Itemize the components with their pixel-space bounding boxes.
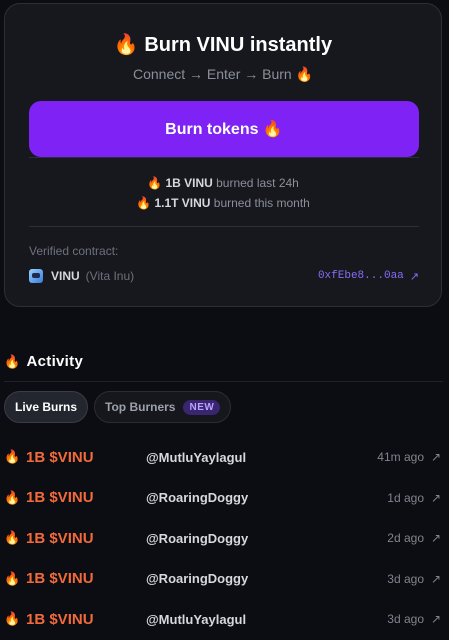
tab-label: Live Burns bbox=[15, 400, 78, 414]
tab-top-burners[interactable]: Top Burners NEW bbox=[94, 391, 232, 423]
flame-icon: 🔥 bbox=[147, 176, 163, 190]
burn-time: 1d ago bbox=[387, 490, 424, 505]
flame-icon: 🔥 bbox=[4, 611, 21, 627]
burn-time: 2d ago bbox=[387, 531, 424, 546]
list-item[interactable]: 🔥 1B $VINU @MutluYaylagul 41m ago ↗ bbox=[0, 437, 449, 478]
flame-icon: 🔥 bbox=[4, 489, 21, 505]
list-item[interactable]: 🔥 1B $VINU @MutluYaylagul 3d ago ↗ bbox=[0, 599, 449, 640]
flame-icon: 🔥 bbox=[4, 570, 21, 586]
tab-live-burns[interactable]: Live Burns bbox=[4, 391, 89, 423]
stat-amount: 1.1T VINU bbox=[154, 196, 211, 210]
stat-month: 🔥 1.1T VINU burned this month bbox=[5, 196, 441, 210]
list-item[interactable]: 🔥 1B $VINU @RoaringDoggy 1d ago ↗ bbox=[0, 478, 449, 519]
stat-amount: 1B VINU bbox=[165, 176, 213, 190]
list-item[interactable]: 🔥 1B $VINU @RoaringDoggy 3d ago ↗ bbox=[0, 559, 449, 600]
stat-text: burned last 24h bbox=[212, 176, 299, 190]
divider bbox=[4, 381, 443, 382]
burn-amount: 1B $VINU bbox=[26, 489, 94, 507]
list-item[interactable]: 🔥 1B $VINU @RoaringDoggy 2d ago ↗ bbox=[0, 518, 449, 559]
token-name: (Vita Inu) bbox=[85, 269, 135, 283]
burn-amount: 1B $VINU bbox=[26, 448, 94, 466]
token-symbol: VINU bbox=[51, 269, 80, 283]
burn-tokens-button[interactable]: Burn tokens 🔥 bbox=[29, 101, 419, 157]
burn-time: 41m ago bbox=[377, 450, 424, 465]
external-link-icon[interactable]: ↗ bbox=[431, 531, 441, 545]
vinu-logo-icon bbox=[29, 269, 43, 283]
divider bbox=[29, 226, 419, 227]
external-link-icon[interactable]: ↗ bbox=[431, 612, 441, 626]
activity-title: Activity bbox=[26, 353, 84, 370]
external-link-icon[interactable]: ↗ bbox=[431, 491, 441, 505]
external-link-icon[interactable]: ↗ bbox=[431, 572, 441, 586]
contract-address-link[interactable]: 0xfEbe8...0aa bbox=[318, 270, 404, 282]
verified-contract-label: Verified contract: bbox=[29, 244, 119, 258]
burn-time: 3d ago bbox=[387, 571, 424, 586]
burn-list: 🔥 1B $VINU @MutluYaylagul 41m ago ↗ 🔥 1B… bbox=[0, 437, 449, 640]
external-link-icon[interactable]: ↗ bbox=[410, 270, 419, 283]
flame-icon: 🔥 bbox=[4, 353, 21, 369]
flame-icon: 🔥 bbox=[136, 196, 152, 210]
burner-username[interactable]: @MutluYaylagul bbox=[146, 612, 246, 627]
stat-text: burned this month bbox=[210, 196, 310, 210]
card-title: 🔥 Burn VINU instantly bbox=[113, 34, 333, 56]
external-link-icon[interactable]: ↗ bbox=[431, 450, 441, 464]
burn-time: 3d ago bbox=[387, 612, 424, 627]
burn-amount: 1B $VINU bbox=[26, 529, 94, 547]
burner-username[interactable]: @RoaringDoggy bbox=[146, 490, 248, 505]
activity-header: 🔥 Activity bbox=[4, 353, 83, 370]
tab-label: Top Burners bbox=[105, 400, 176, 414]
card-subtitle: Connect → Enter → Burn 🔥 bbox=[132, 66, 314, 82]
burner-username[interactable]: @RoaringDoggy bbox=[146, 571, 248, 586]
flame-icon: 🔥 bbox=[4, 449, 21, 465]
stat-24h: 🔥 1B VINU burned last 24h bbox=[5, 176, 441, 190]
divider bbox=[29, 157, 419, 158]
contract-row: VINU (Vita Inu) 0xfEbe8...0aa ↗ bbox=[29, 267, 419, 285]
flame-icon: 🔥 bbox=[4, 530, 21, 546]
burn-card: 🔥 Burn VINU instantly Connect → Enter → … bbox=[4, 3, 442, 307]
burn-amount: 1B $VINU bbox=[26, 610, 94, 628]
burner-username[interactable]: @MutluYaylagul bbox=[146, 450, 246, 465]
new-badge: NEW bbox=[183, 399, 221, 415]
burn-amount: 1B $VINU bbox=[26, 570, 94, 588]
burner-username[interactable]: @RoaringDoggy bbox=[146, 531, 248, 546]
activity-tabs: Live Burns Top Burners NEW bbox=[4, 391, 232, 423]
